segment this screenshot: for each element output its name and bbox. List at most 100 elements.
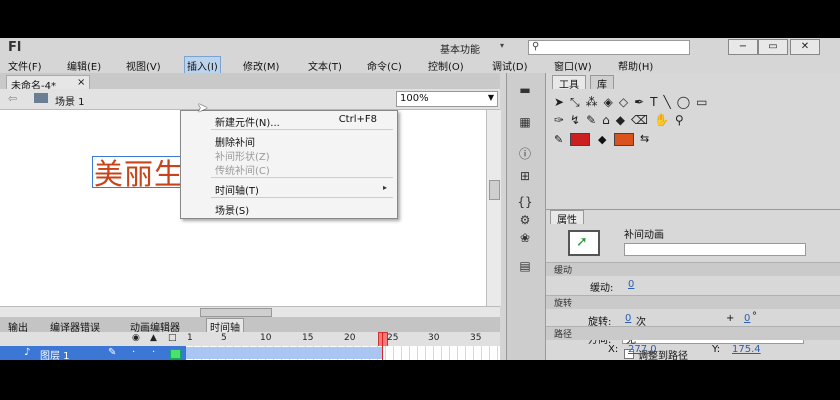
menu-item-scene[interactable]: 场景(S) [215, 202, 249, 217]
code-snippets-icon[interactable]: {} [516, 195, 534, 209]
menu-separator [211, 177, 393, 178]
document-tab[interactable]: 未命名-4* × [6, 75, 90, 92]
history-icon[interactable]: ▤ [516, 259, 534, 273]
section-easing[interactable]: 缓动 [546, 262, 840, 276]
tween-type-label: 补间动画 [624, 230, 664, 241]
submenu-arrow-icon: ▸ [382, 183, 387, 192]
app-logo: Fl [8, 40, 22, 55]
search-icon: ⚲ [532, 41, 540, 52]
motion-tween-icon: ➚ [568, 230, 600, 256]
lock-dot[interactable]: · [152, 347, 155, 358]
scroll-thumb[interactable] [200, 308, 272, 317]
degree-sign: ° [752, 311, 757, 322]
frame-number: 5 [221, 333, 227, 343]
stage-vertical-scrollbar[interactable] [486, 110, 501, 306]
close-icon[interactable]: × [77, 77, 85, 88]
properties-panel: 属性 ➚ 补间动画 缓动 缓动: 0 旋转 旋转: 0 次 + 0 ° 方向: … [546, 209, 840, 360]
swap-colors-icon[interactable]: ⇆ [640, 132, 649, 145]
direction-label: 方向: [588, 335, 612, 346]
menu-help[interactable]: 帮助(H) [618, 58, 653, 73]
menu-edit[interactable]: 编辑(E) [67, 58, 101, 73]
menu-item-shape-tween: 补间形状(Z) [215, 152, 270, 163]
flash-app-window: Fl 基本功能 ▾ ⚲ − ▭ ✕ 文件(F) 编辑(E) 视图(V) 插入(I… [0, 38, 840, 360]
frame-number: 35 [470, 333, 482, 343]
close-window-button[interactable]: ✕ [790, 39, 820, 55]
layer-name[interactable]: 图层 1 [40, 347, 70, 360]
easing-value[interactable]: 0 [628, 279, 634, 290]
title-bar: Fl 基本功能 ▾ ⚲ − ▭ ✕ [0, 38, 840, 56]
align-icon[interactable]: ▬ [516, 83, 534, 97]
stage-horizontal-scrollbar[interactable] [0, 306, 500, 317]
fill-bucket-icon: ◆ [598, 133, 607, 146]
zoom-value: 100% [400, 93, 429, 104]
frame-number: 1 [187, 333, 193, 343]
back-arrow-icon[interactable]: ⇦ [8, 92, 17, 105]
frame-number: 30 [428, 333, 440, 343]
chevron-down-icon[interactable]: ▾ [500, 41, 504, 50]
orient-to-path-checkbox[interactable] [624, 349, 634, 359]
fill-color-swatch[interactable] [614, 133, 634, 146]
frame-number: 25 [387, 333, 399, 343]
tool-row[interactable]: ➤⤡⁂◈◇✒T╲◯▭ [554, 95, 714, 110]
info-icon[interactable]: ⓘ [516, 145, 534, 161]
scene-label[interactable]: 场景 1 [55, 93, 85, 108]
layer-icon: ♪ [24, 347, 31, 358]
mouse-cursor-icon: ➤ [197, 101, 208, 116]
plus-sign: + [726, 313, 735, 324]
layer-name-cell[interactable]: ♪ 图层 1 ✎ · · [0, 346, 186, 360]
menu-control[interactable]: 控制(O) [428, 58, 464, 73]
tween-span[interactable] [186, 347, 382, 359]
motion-presets-icon[interactable]: ❀ [516, 231, 534, 245]
menu-item-classic-tween: 传统补间(C) [215, 166, 270, 177]
edit-bar: ⇦ 场景 1 100% ▼ [0, 89, 500, 110]
menu-item-new-symbol[interactable]: 新建元件(N)... [215, 114, 280, 129]
stroke-color-swatch[interactable] [570, 133, 590, 146]
visibility-dot[interactable]: · [132, 347, 135, 358]
zoom-select[interactable]: 100% ▼ [396, 91, 498, 107]
transform-icon[interactable]: ⊞ [516, 169, 534, 183]
panel-icon-strip: ▬ ▦ ⓘ ⊞ {} ⚙ ❀ ▤ [506, 73, 546, 360]
tab-library[interactable]: 库 [590, 75, 614, 91]
rotate-degrees[interactable]: 0 [744, 313, 750, 324]
scroll-thumb[interactable] [489, 180, 500, 200]
outline-icon[interactable]: □ [168, 333, 177, 343]
menu-debug[interactable]: 调试(D) [492, 58, 528, 73]
stroke-pencil-icon: ✎ [554, 133, 564, 146]
menu-item-remove-tween[interactable]: 删除补间 [215, 134, 255, 149]
menu-separator [211, 197, 393, 198]
lock-icon[interactable]: ▲ [150, 333, 157, 343]
menu-modify[interactable]: 修改(M) [243, 58, 279, 73]
chevron-down-icon: ▼ [487, 93, 494, 102]
workspace-switcher[interactable]: 基本功能 [440, 41, 480, 56]
tween-name-input[interactable] [624, 243, 806, 256]
easing-label: 缓动: [590, 283, 614, 294]
layer-color-swatch[interactable] [170, 349, 181, 359]
eye-icon[interactable]: ◉ [132, 333, 140, 343]
tab-tools[interactable]: 工具 [552, 75, 586, 91]
document-tab-row: 未命名-4* × [0, 73, 500, 92]
menu-view[interactable]: 视图(V) [126, 58, 161, 73]
restore-button[interactable]: ▭ [758, 39, 788, 55]
timeline-header: ◉ ▲ □ 1 5 10 15 20 25 30 35 [0, 332, 500, 347]
orient-to-path-label: 调整到路径 [638, 351, 688, 360]
menu-text[interactable]: 文本(T) [308, 58, 342, 73]
menu-commands[interactable]: 命令(C) [367, 58, 402, 73]
tool-row[interactable]: ✑↯✎⌂◆⌫✋⚲ [554, 113, 690, 127]
menu-window[interactable]: 窗口(W) [554, 58, 592, 73]
rotate-label: 旋转: [588, 317, 612, 328]
pencil-icon: ✎ [108, 347, 117, 358]
menu-file[interactable]: 文件(F) [8, 58, 42, 73]
playhead-line [382, 332, 383, 360]
menu-separator [211, 129, 393, 130]
tab-properties[interactable]: 属性 [550, 210, 584, 226]
color-icon[interactable]: ▦ [516, 115, 534, 129]
direction-select[interactable]: 无 ▼ [622, 331, 804, 346]
tools-panel: 工具 库 ➤⤡⁂◈◇✒T╲◯▭ ✑↯✎⌂◆⌫✋⚲ ✎ ◆ ⇆ [546, 73, 840, 209]
minimize-button[interactable]: − [728, 39, 758, 55]
help-search-input[interactable]: ⚲ [528, 40, 690, 55]
timeline-layer-row[interactable]: ♪ 图层 1 ✎ · · [0, 346, 500, 360]
menu-item-timeline[interactable]: 时间轴(T) [215, 182, 259, 197]
section-rotation[interactable]: 旋转 [546, 295, 840, 309]
components-icon[interactable]: ⚙ [516, 213, 534, 227]
rotate-count[interactable]: 0 [625, 313, 631, 324]
